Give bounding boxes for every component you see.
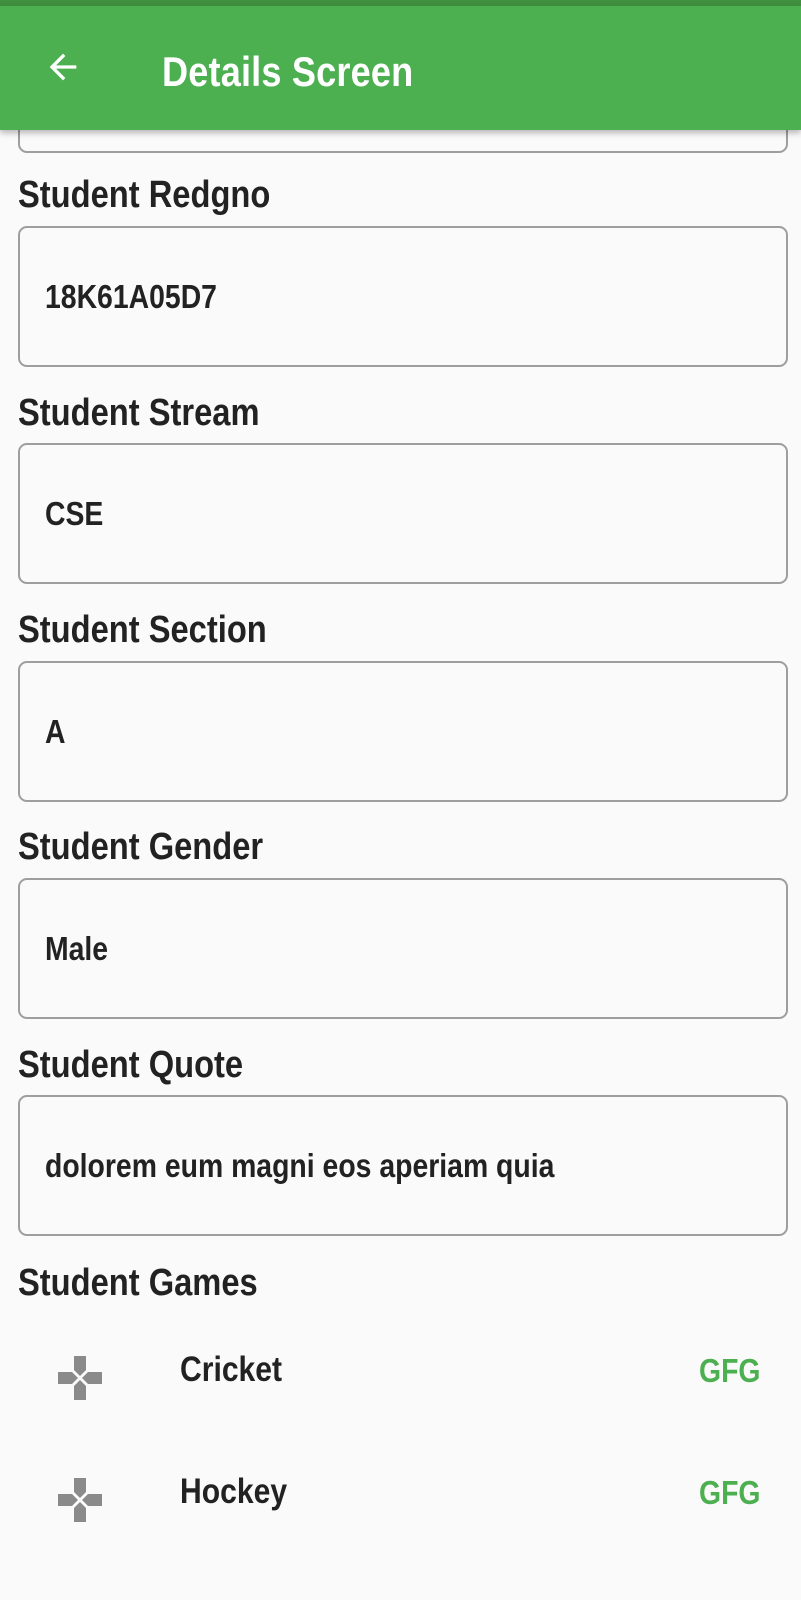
quote-label: Student Quote <box>18 1044 244 1086</box>
redgno-label: Student Redgno <box>18 174 271 216</box>
game-name: Hockey <box>180 1472 288 1511</box>
stream-label: Student Stream <box>18 392 260 434</box>
game-badge: GFG <box>699 1474 761 1511</box>
app-bar: Details Screen <box>0 6 801 130</box>
page-title: Details Screen <box>162 48 414 95</box>
game-row-cricket[interactable]: Cricket GFG <box>0 1330 801 1440</box>
quote-value: dolorem eum magni eos aperiam quia <box>45 1147 555 1184</box>
section-field[interactable]: A <box>18 661 788 802</box>
back-button[interactable] <box>36 40 90 94</box>
gender-value: Male <box>45 930 109 967</box>
gamepad-icon <box>58 1356 102 1400</box>
redgno-value: 18K61A05D7 <box>45 278 217 315</box>
stream-field[interactable]: CSE <box>18 443 788 584</box>
gender-field[interactable]: Male <box>18 878 788 1019</box>
stream-value: CSE <box>45 495 104 532</box>
section-value: A <box>45 713 66 750</box>
quote-field[interactable]: dolorem eum magni eos aperiam quia <box>18 1095 788 1236</box>
game-badge: GFG <box>699 1352 761 1389</box>
games-label: Student Games <box>18 1262 258 1304</box>
arrow-left-icon <box>49 53 77 81</box>
gender-label: Student Gender <box>18 826 264 868</box>
section-label: Student Section <box>18 609 267 651</box>
gamepad-icon <box>58 1478 102 1522</box>
game-row-hockey[interactable]: Hockey GFG <box>0 1452 801 1562</box>
redgno-field[interactable]: 18K61A05D7 <box>18 226 788 367</box>
game-name: Cricket <box>180 1350 283 1389</box>
